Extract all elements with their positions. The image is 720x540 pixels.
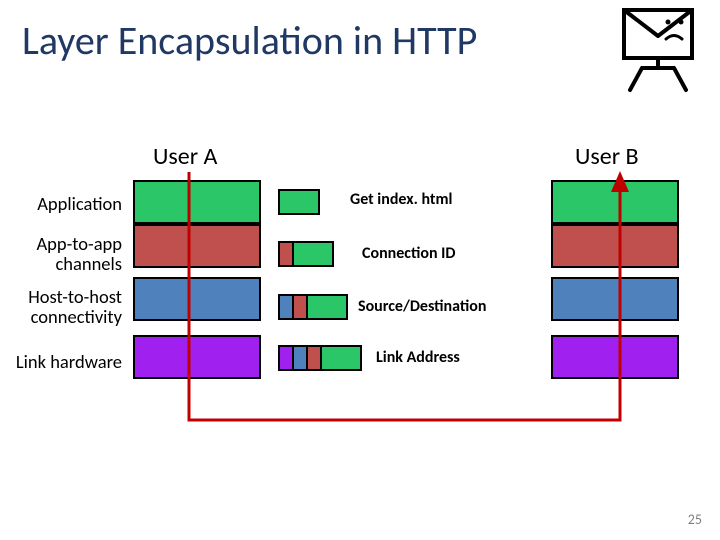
stack-a-application bbox=[133, 180, 261, 224]
stack-a-link bbox=[133, 335, 261, 379]
layer-label-network: Host-to-host connectivity bbox=[2, 287, 122, 328]
msg-network: Source/Destination bbox=[358, 297, 486, 316]
msg-link: Link Address bbox=[376, 348, 460, 367]
slide-title: Layer Encapsulation in HTTP bbox=[22, 16, 477, 65]
envelope-icon bbox=[608, 4, 708, 99]
packet-transport bbox=[278, 241, 334, 267]
page-number: 25 bbox=[688, 511, 702, 528]
packet-application bbox=[278, 189, 320, 215]
stack-b-transport bbox=[551, 224, 679, 268]
user-a-label: User A bbox=[153, 142, 217, 171]
stack-b-application bbox=[551, 180, 679, 224]
msg-application: Get index. html bbox=[350, 190, 452, 209]
user-b-label: User B bbox=[575, 142, 639, 171]
packet-link bbox=[278, 345, 362, 371]
msg-transport: Connection ID bbox=[362, 244, 456, 263]
packet-network bbox=[278, 294, 348, 320]
layer-label-transport: App-to-app channels bbox=[2, 234, 122, 275]
layer-label-link: Link hardware bbox=[2, 352, 122, 372]
stack-a-transport bbox=[133, 224, 261, 268]
layer-label-application: Application bbox=[2, 194, 122, 214]
stack-b-link bbox=[551, 335, 679, 379]
stack-a-network bbox=[133, 277, 261, 321]
stack-b-network bbox=[551, 277, 679, 321]
